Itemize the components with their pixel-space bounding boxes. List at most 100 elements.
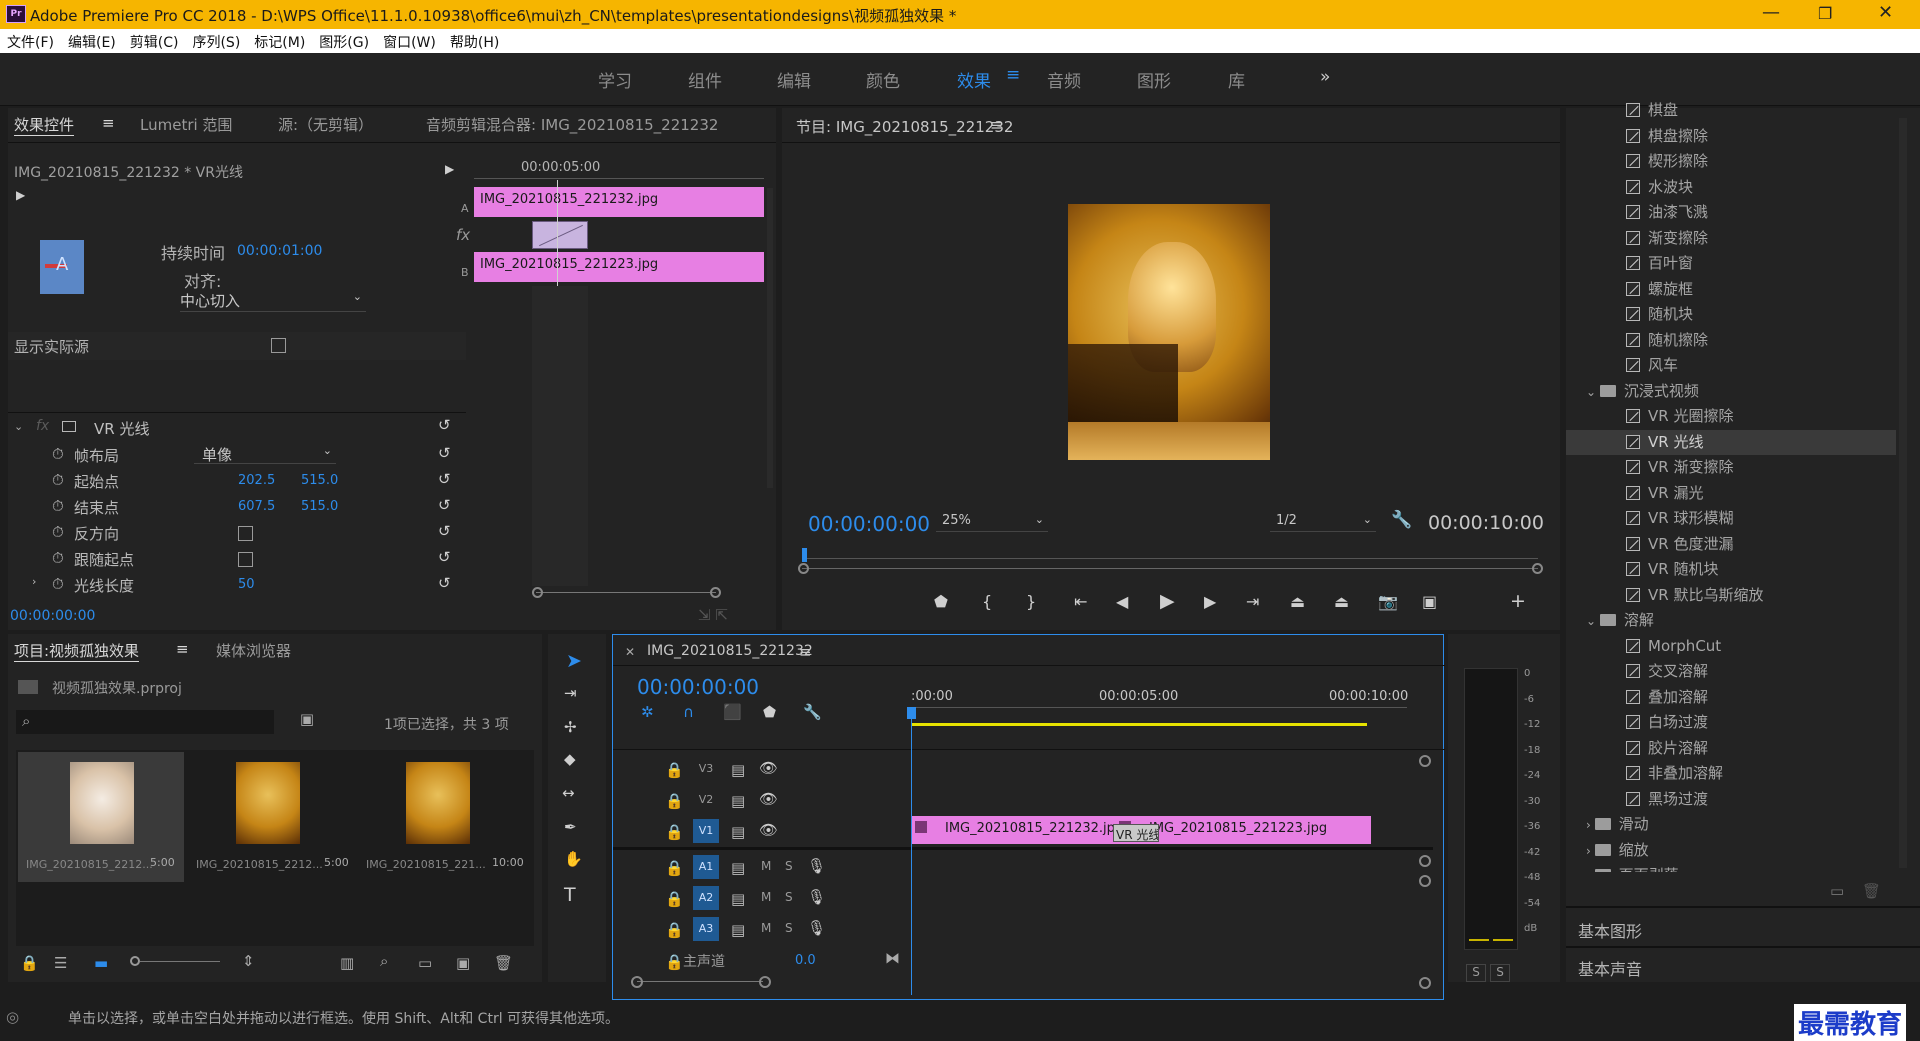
effect-item[interactable]: 螺旋框	[1566, 277, 1896, 303]
export-frame-icon[interactable]: 📷	[1378, 592, 1398, 611]
workspace-tab-audio[interactable]: 音频	[1047, 67, 1081, 92]
panel-menu-icon[interactable]: ≡	[176, 640, 189, 658]
sync-lock-icon[interactable]: ▤	[731, 921, 745, 939]
reset-icon[interactable]: ↺	[438, 574, 451, 592]
expand-param-icon[interactable]: ›	[32, 575, 36, 588]
effects-scrollbar[interactable]	[1899, 118, 1907, 868]
snap-icon[interactable]: ✲	[641, 703, 654, 721]
effect-item[interactable]: 水波块	[1566, 175, 1896, 201]
reset-icon[interactable]: ↺	[438, 470, 451, 488]
go-to-out-icon[interactable]: ⇥	[1246, 592, 1259, 611]
track-target[interactable]: A3	[693, 917, 719, 941]
menu-clip[interactable]: 剪辑(C)	[123, 29, 186, 55]
mini-zoom-scrollbar[interactable]	[474, 586, 764, 600]
effect-item[interactable]: 油漆飞溅	[1566, 200, 1896, 226]
solo-button[interactable]: S	[785, 921, 793, 935]
lock-icon[interactable]: 🔒	[20, 954, 39, 972]
reverse-checkbox[interactable]	[238, 526, 253, 541]
project-item[interactable]: IMG_20210815_2212... 5:00	[188, 752, 354, 882]
transition-block[interactable]	[532, 221, 588, 249]
track-target[interactable]: V3	[693, 757, 719, 781]
workspace-overflow-icon[interactable]: »	[1320, 67, 1330, 87]
mark-out-icon[interactable]: }	[1026, 592, 1036, 611]
timeline-playhead[interactable]	[911, 707, 912, 995]
tab-media-browser[interactable]: 媒体浏览器	[216, 640, 291, 661]
tab-effect-controls[interactable]: 效果控件	[14, 114, 75, 136]
project-item[interactable]: IMG_20210815_221... 10:00	[358, 752, 528, 882]
start-point-y[interactable]: 515.0	[301, 473, 338, 488]
workspace-tab-editing[interactable]: 编辑	[777, 67, 811, 92]
track-target[interactable]: V1	[693, 819, 719, 843]
type-tool-icon[interactable]: T	[564, 884, 576, 906]
stopwatch-icon[interactable]: ⏱	[52, 497, 64, 515]
panel-menu-icon[interactable]: ≡	[799, 643, 812, 661]
effect-item[interactable]: 黑场过渡	[1566, 787, 1896, 813]
track-target[interactable]: A1	[693, 855, 719, 879]
effect-folder[interactable]: › 页面剥落	[1566, 863, 1896, 872]
effect-item[interactable]: 棋盘擦除	[1566, 124, 1896, 150]
section-essential-sound[interactable]: 基本声音	[1578, 956, 1642, 980]
effect-item[interactable]: 非叠加溶解	[1566, 761, 1896, 787]
extract-icon[interactable]: ⏏	[1334, 592, 1349, 611]
export-icons[interactable]: ⇲ ⇱	[698, 606, 728, 624]
marker-icon[interactable]: ⬟	[763, 703, 776, 721]
go-to-in-icon[interactable]: ⇤	[1074, 592, 1087, 611]
section-essential-graphics[interactable]: 基本图形	[1578, 918, 1642, 942]
new-bin-icon[interactable]: ▭	[1830, 882, 1844, 900]
reset-icon[interactable]: ↺	[438, 548, 451, 566]
compare-view-icon[interactable]: ▣	[1422, 592, 1437, 611]
sort-icon[interactable]: ⇕	[242, 952, 255, 970]
microphone-icon[interactable]: 🎙	[807, 919, 826, 937]
show-source-checkbox[interactable]	[271, 338, 286, 353]
effect-item[interactable]: VR 漏光	[1566, 481, 1896, 507]
tab-source[interactable]: 源:（无剪辑）	[278, 114, 373, 135]
mute-button[interactable]: M	[761, 890, 771, 904]
wrench-icon[interactable]: 🔧	[803, 703, 822, 721]
frame-layout-dropdown[interactable]: 单像 ⌄	[194, 444, 336, 464]
find-icon[interactable]: ⌕	[380, 952, 388, 970]
video-track-header[interactable]: 🔒 V2 ▤ 👁	[613, 786, 913, 816]
tab-audio-clip-mixer[interactable]: 音频剪辑混合器: IMG_20210815_221232	[426, 114, 718, 135]
effect-item[interactable]: VR 球形模糊	[1566, 506, 1896, 532]
lock-icon[interactable]: 🔒	[665, 921, 684, 939]
align-dropdown[interactable]: 中心切入 ⌄	[180, 290, 366, 312]
tab-lumetri-scopes[interactable]: Lumetri 范围	[140, 114, 232, 135]
effect-item[interactable]: 随机块	[1566, 302, 1896, 328]
menu-graphics[interactable]: 图形(G)	[312, 29, 376, 55]
workspace-menu-icon[interactable]: ≡	[1006, 65, 1020, 85]
selection-tool-icon[interactable]: ➤	[566, 650, 582, 672]
menu-edit[interactable]: 编辑(E)	[61, 29, 123, 55]
play-transition-icon[interactable]: ▶	[16, 188, 25, 202]
menu-sequence[interactable]: 序列(S)	[185, 29, 247, 55]
automate-icon[interactable]: ▥	[340, 954, 354, 972]
effect-controls-time[interactable]: 00:00:00:00	[10, 608, 95, 624]
effect-item[interactable]: MorphCut	[1566, 634, 1896, 660]
workspace-tab-libraries[interactable]: 库	[1228, 67, 1245, 92]
panel-menu-icon[interactable]: ≡	[990, 116, 1003, 134]
workspace-tab-graphics[interactable]: 图形	[1137, 67, 1171, 92]
solo-button[interactable]: S	[785, 890, 793, 904]
stopwatch-icon[interactable]: ⏱	[52, 523, 64, 541]
reset-icon[interactable]: ↺	[438, 496, 451, 514]
lock-icon[interactable]: 🔒	[665, 761, 684, 779]
effect-item[interactable]: VR 光线	[1566, 429, 1896, 455]
timeline-clip-1[interactable]: IMG_20210815_221232.jpg	[911, 816, 1115, 844]
ray-length-value[interactable]: 50	[238, 577, 255, 592]
solo-left-button[interactable]: S	[1466, 964, 1486, 982]
effect-item[interactable]: 随机擦除	[1566, 328, 1896, 354]
effect-folder[interactable]: ⌄ 沉浸式视频	[1566, 379, 1896, 405]
add-marker-icon[interactable]: ⬛	[723, 703, 742, 721]
close-sequence-icon[interactable]: ✕	[625, 645, 635, 659]
button-editor-icon[interactable]: +	[1510, 590, 1526, 612]
workspace-tab-color[interactable]: 颜色	[866, 67, 900, 92]
close-button[interactable]: ✕	[1878, 2, 1893, 23]
ripple-edit-tool-icon[interactable]: ✢	[564, 718, 577, 736]
audio-track-header[interactable]: 🔒 A2 ▤ M S 🎙	[613, 884, 913, 914]
effect-item[interactable]: 百叶窗	[1566, 251, 1896, 277]
lock-icon[interactable]: 🔒	[665, 953, 684, 971]
sync-lock-icon[interactable]: ▤	[731, 792, 745, 810]
menu-window[interactable]: 窗口(W)	[376, 29, 443, 55]
follow-start-checkbox[interactable]	[238, 552, 253, 567]
mark-in-icon[interactable]: {	[982, 592, 992, 611]
sync-lock-icon[interactable]: ▤	[731, 823, 745, 841]
